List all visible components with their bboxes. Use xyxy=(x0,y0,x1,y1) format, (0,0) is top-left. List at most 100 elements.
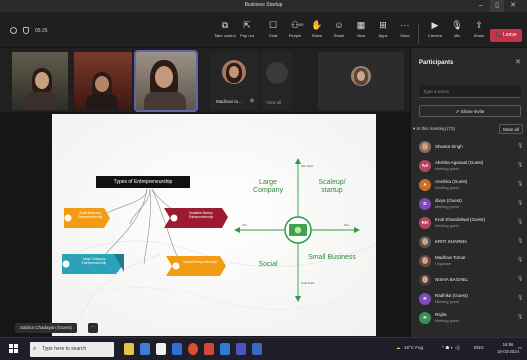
participants-panel: Participants ✕ Type a name ⇗ Share invit… xyxy=(410,48,527,337)
mic-off-icon[interactable]: 🎙 xyxy=(517,200,523,206)
share-icon: ⇪ xyxy=(475,20,483,30)
toolbar-button-label: Camera xyxy=(427,33,443,38)
teams-taskbar-icon[interactable] xyxy=(236,343,246,355)
mic-button[interactable]: 🎙 Mic xyxy=(446,20,468,38)
edge-browser-icon[interactable] xyxy=(172,343,182,355)
axis-label-left: Size xyxy=(242,224,248,227)
node-bullet-icon xyxy=(170,214,178,222)
mic-icon: 🎙 xyxy=(451,20,463,30)
mic-off-icon[interactable]: 🎙 xyxy=(517,257,523,263)
participant-row[interactable]: Madhavi Tomar Organizer 🎙 xyxy=(411,252,527,271)
participant-video-tile[interactable] xyxy=(74,52,132,110)
tray-icons[interactable]: ^ ☗ ◐ ◁) xyxy=(442,345,460,351)
mic-off-icon[interactable]: 🎙 xyxy=(517,143,523,149)
participant-row[interactable]: AA Akshita Agarwal (Guest) Meeting guest 🎙 xyxy=(411,157,527,176)
participant-row[interactable]: Shweta Singh 🎙 xyxy=(411,138,527,157)
video-strip: Madhavi Ia... ⊘ View all xyxy=(0,48,410,112)
minimize-icon[interactable]: – xyxy=(474,0,488,12)
maximize-icon[interactable]: ▯ xyxy=(490,0,504,12)
mic-off-icon[interactable]: 🎙 xyxy=(517,295,523,301)
node-large-company: Large Company Entrepreneurship xyxy=(81,257,107,265)
participant-row[interactable]: KRITI SHARMA 🎙 xyxy=(411,233,527,252)
react-button[interactable]: ☺ React xyxy=(328,20,350,38)
windows-taskbar: ⌕ Type here to search ☁ 18°C Fog ^ ☗ ◐ ◁… xyxy=(0,337,527,360)
window-title: Business Startup xyxy=(244,2,283,8)
presenter-more-button[interactable]: ··· xyxy=(88,323,98,333)
pop-out-button[interactable]: ⇱ Pop out xyxy=(236,20,258,38)
toolbar-button-label: React xyxy=(333,33,345,38)
weather-text[interactable]: 18°C Fog xyxy=(404,345,423,350)
take-control-button[interactable]: ⧉ Take control xyxy=(214,20,236,38)
language-indicator[interactable]: ENG xyxy=(474,345,484,350)
participant-role: Meeting guest xyxy=(435,186,459,190)
notification-icon[interactable]: ▭ xyxy=(518,345,522,351)
node-small-business: Small Business Entrepreneurship xyxy=(77,211,103,219)
participant-row[interactable]: NISHA BAGHEL 🎙 xyxy=(411,271,527,290)
camera-button[interactable]: ▶ Camera xyxy=(424,20,446,38)
leave-button[interactable]: 📞 Leave xyxy=(490,29,522,42)
overflow-avatar xyxy=(266,62,288,84)
participant-video-tile[interactable] xyxy=(134,50,198,112)
participant-video-tile[interactable] xyxy=(318,52,404,110)
participant-row[interactable]: A Anshika (Guest) Meeting guest 🎙 xyxy=(411,176,527,195)
people-count: 65 xyxy=(299,22,304,27)
view-all-tile[interactable]: View all xyxy=(262,52,292,110)
participant-row[interactable]: KK Kruti Khandelwal (Guest) Meeting guest 🎙 xyxy=(411,214,527,233)
weather-icon[interactable]: ☁ xyxy=(396,345,401,351)
avatar: R xyxy=(419,293,431,305)
close-window-icon[interactable]: ✕ xyxy=(506,0,520,12)
slide-graphic xyxy=(52,114,376,336)
meeting-info: 05:26 xyxy=(10,27,48,34)
participant-name: divya (Guest) xyxy=(435,198,462,203)
widgets-app-icon[interactable] xyxy=(124,343,134,355)
app-icon[interactable] xyxy=(252,343,262,355)
mute-all-button[interactable]: Mute all xyxy=(499,124,523,134)
toolbar-button-label: Share xyxy=(473,33,485,38)
shield-icon[interactable] xyxy=(23,27,29,34)
mic-off-icon[interactable]: 🎙 xyxy=(517,238,523,244)
apps-icon: ⊞ xyxy=(379,20,387,30)
shared-slide[interactable]: Types of Entrepreneurship Small Business… xyxy=(52,114,376,336)
participant-row[interactable]: R Rajita Meeting guest 🎙 xyxy=(411,309,527,328)
tile-name: Madhavi Ia... xyxy=(216,99,242,104)
people-button[interactable]: ⚇ 65 People xyxy=(284,20,306,38)
participant-row[interactable]: Ddivya (Guest) Meeting guest 🎙 xyxy=(411,195,527,214)
react-icon: ☺ xyxy=(334,20,344,30)
participant-list: Shweta Singh 🎙 AA Akshita Agarwal (Guest) Me… xyxy=(411,138,527,328)
participant-video-tile[interactable] xyxy=(12,52,68,110)
mic-off-icon[interactable]: 🎙 xyxy=(517,219,523,225)
quadrant-scaleup-startup: Scaleup/ startup xyxy=(318,179,346,194)
view-button[interactable]: ▦ View xyxy=(350,20,372,38)
participant-row[interactable]: R Radhika (Guest) Meeting guest 🎙 xyxy=(411,290,527,309)
participant-avatar-tile[interactable]: Madhavi Ia... ⊘ xyxy=(210,52,258,110)
in-meeting-header[interactable]: ▾ In this meeting (73) xyxy=(413,126,455,132)
taskbar-clock[interactable]: 16:56 16-03-2024 xyxy=(497,341,519,355)
mail-icon[interactable] xyxy=(204,343,214,355)
pop-out-icon: ⇱ xyxy=(243,20,251,30)
take-control-icon: ⧉ xyxy=(221,20,229,30)
clock-date: 16-03-2024 xyxy=(497,349,519,354)
call-info-icon[interactable] xyxy=(10,27,17,34)
mic-off-icon[interactable]: 🎙 xyxy=(517,162,523,168)
raise-button[interactable]: ✋ Raise xyxy=(306,20,328,38)
chat-button[interactable]: ☐ Chat xyxy=(262,20,284,38)
share-invite-button[interactable]: ⇗ Share invite xyxy=(419,105,521,117)
taskbar-search-input[interactable]: ⌕ Type here to search xyxy=(30,342,114,357)
mic-off-icon[interactable]: 🎙 xyxy=(517,181,523,187)
word-icon[interactable] xyxy=(220,343,230,355)
chrome-icon[interactable] xyxy=(188,343,198,355)
more-button[interactable]: ··· More xyxy=(394,20,416,38)
presenter-name: Sabina Chadayan (Guest) xyxy=(15,323,78,333)
avatar: AA xyxy=(419,160,431,172)
mic-off-icon[interactable]: 🎙 xyxy=(517,276,523,282)
file-explorer-icon[interactable] xyxy=(156,343,166,355)
windows-start-icon[interactable] xyxy=(9,344,19,354)
share-button[interactable]: ⇪ Share xyxy=(468,20,490,38)
apps-button[interactable]: ⊞ Apps xyxy=(372,20,394,38)
participant-search-input[interactable]: Type a name xyxy=(419,85,521,98)
task-view-icon[interactable] xyxy=(140,343,150,355)
close-icon[interactable]: ✕ xyxy=(515,58,521,66)
node-bullet-icon xyxy=(64,214,72,222)
mic-off-icon[interactable]: 🎙 xyxy=(517,314,523,320)
node-bullet-icon xyxy=(62,260,70,268)
